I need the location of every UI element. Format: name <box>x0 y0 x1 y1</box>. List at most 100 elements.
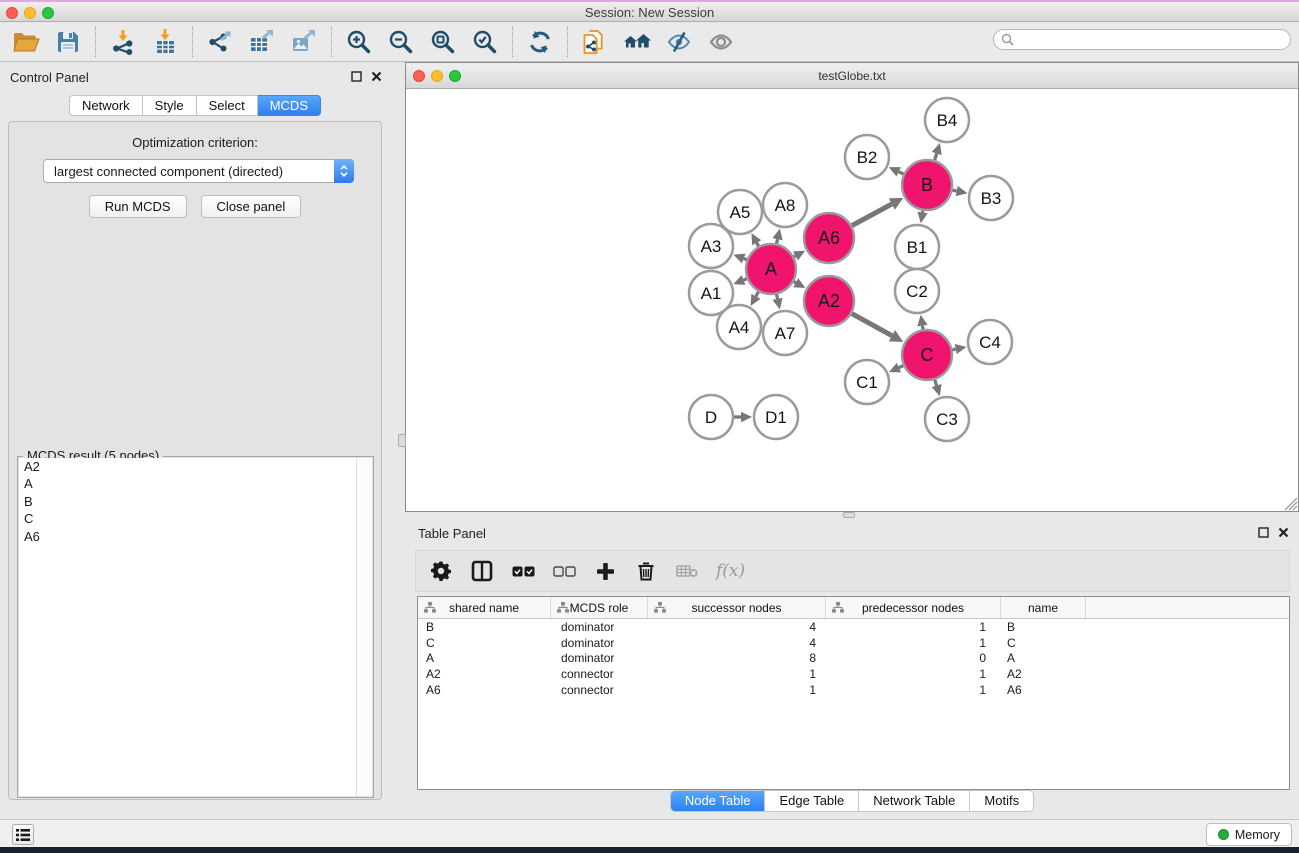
mcds-result-box: MCDS result (5 nodes) A2ABCA6 <box>17 456 374 798</box>
graph-edge[interactable] <box>744 259 747 260</box>
graph-edge[interactable] <box>757 243 759 246</box>
graph-edge[interactable] <box>852 204 892 226</box>
tab-mcds[interactable]: MCDS <box>258 95 321 116</box>
column-header-mcds-role[interactable]: MCDS role <box>551 597 648 618</box>
zoom-selected-icon[interactable] <box>471 28 499 56</box>
tab-network[interactable]: Network <box>69 95 143 116</box>
add-column-icon[interactable] <box>593 558 617 584</box>
run-mcds-button[interactable]: Run MCDS <box>89 195 187 218</box>
tab-style[interactable]: Style <box>143 95 197 116</box>
table-settings-icon[interactable] <box>429 558 453 584</box>
graph-edge-arrow <box>932 143 942 155</box>
function-builder-icon[interactable]: f(x) <box>716 558 745 584</box>
float-panel-icon[interactable] <box>351 71 362 82</box>
memory-button[interactable]: Memory <box>1206 823 1292 846</box>
graph-node-label: C4 <box>979 333 1001 352</box>
open-network-file-icon[interactable] <box>581 28 609 56</box>
table-row[interactable]: A2connector11A2 <box>418 666 1289 682</box>
graph-node-label: A <box>765 259 777 279</box>
export-table-icon[interactable] <box>248 28 276 56</box>
toolbar-separator <box>95 27 96 57</box>
graph-edge[interactable] <box>899 366 903 368</box>
save-session-icon[interactable] <box>54 28 82 56</box>
table-cell: 4 <box>648 636 826 650</box>
select-stepper-icon <box>334 159 354 183</box>
import-network-icon[interactable] <box>109 28 137 56</box>
table-row[interactable]: Cdominator41C <box>418 635 1289 651</box>
import-table-icon[interactable] <box>151 28 179 56</box>
resize-grip-icon[interactable] <box>1281 494 1298 511</box>
graph-edge[interactable] <box>922 326 923 330</box>
graph-node-label: D1 <box>765 408 787 427</box>
graph-edge[interactable] <box>952 190 956 191</box>
tab-edge-table[interactable]: Edge Table <box>765 790 859 812</box>
deselect-all-icon[interactable] <box>552 558 576 584</box>
result-list-item[interactable]: A2 <box>19 458 356 475</box>
delete-columns-icon[interactable] <box>634 558 658 584</box>
result-list-item[interactable]: A6 <box>19 528 356 545</box>
tab-select[interactable]: Select <box>197 95 258 116</box>
table-cell: B <box>418 620 551 634</box>
table-cell: 1 <box>826 620 1001 634</box>
graph-edge[interactable] <box>743 279 746 280</box>
column-header-name[interactable]: name <box>1001 597 1086 618</box>
table-cell: A6 <box>1001 683 1086 697</box>
close-panel-icon[interactable] <box>371 71 382 82</box>
search-field[interactable] <box>993 29 1291 50</box>
network-window-titlebar[interactable]: testGlobe.txt <box>406 63 1298 89</box>
result-list-item[interactable]: A <box>19 475 356 492</box>
show-panels-button[interactable] <box>12 824 34 845</box>
table-cell: A <box>1001 651 1086 665</box>
close-panel-icon[interactable] <box>1278 527 1289 538</box>
refresh-icon[interactable] <box>526 28 554 56</box>
control-panel-tabs: Network Style Select MCDS <box>0 95 390 116</box>
search-input[interactable] <box>1019 33 1274 47</box>
graph-edge[interactable] <box>756 292 759 297</box>
tab-motifs[interactable]: Motifs <box>970 790 1034 812</box>
tab-network-table[interactable]: Network Table <box>859 790 970 812</box>
column-view-icon[interactable] <box>470 558 494 584</box>
column-header-successor-nodes[interactable]: successor nodes <box>648 597 826 618</box>
graph-edge[interactable] <box>852 314 892 336</box>
table-row[interactable]: A6connector11A6 <box>418 682 1289 698</box>
criterion-select[interactable]: largest connected component (directed) <box>43 159 354 183</box>
result-scrollbar[interactable] <box>356 458 372 796</box>
show-selected-icon[interactable] <box>707 28 735 56</box>
close-panel-button[interactable]: Close panel <box>201 195 302 218</box>
select-all-icon[interactable] <box>511 558 535 584</box>
graph-edge[interactable] <box>935 153 937 160</box>
graph-edge[interactable] <box>899 172 904 174</box>
tab-node-table[interactable]: Node Table <box>670 790 766 812</box>
float-panel-icon[interactable] <box>1258 527 1269 538</box>
table-row[interactable]: Adominator80A <box>418 650 1289 666</box>
result-list-item[interactable]: B <box>19 493 356 510</box>
column-header-shared-name[interactable]: shared name <box>418 597 551 618</box>
table-cell: dominator <box>551 636 648 650</box>
open-session-icon[interactable] <box>12 28 40 56</box>
home-views-icon[interactable] <box>623 28 651 56</box>
table-row[interactable]: Bdominator41B <box>418 619 1289 635</box>
graph-edge[interactable] <box>777 294 778 298</box>
network-canvas[interactable]: B4B2BB3A5A8A6B1A3AC2A1A2A4A7C4CC1C3DD1 <box>406 89 1298 511</box>
zoom-in-icon[interactable] <box>345 28 373 56</box>
export-image-icon[interactable] <box>290 28 318 56</box>
graph-edge-arrow <box>917 212 927 224</box>
graph-edge[interactable] <box>794 282 796 283</box>
result-list-item[interactable]: C <box>19 510 356 527</box>
column-header-predecessor-nodes[interactable]: predecessor nodes <box>826 597 1001 618</box>
graph-edge[interactable] <box>777 239 778 243</box>
graph-edge[interactable] <box>935 380 937 386</box>
graph-edge[interactable] <box>794 256 796 257</box>
hide-selected-icon[interactable] <box>665 28 693 56</box>
graph-edge[interactable] <box>952 349 955 350</box>
table-cell: dominator <box>551 651 648 665</box>
delete-table-icon[interactable] <box>675 558 699 584</box>
zoom-out-icon[interactable] <box>387 28 415 56</box>
table-cell: 8 <box>648 651 826 665</box>
status-bar: Memory <box>0 819 1299 847</box>
zoom-fit-icon[interactable] <box>429 28 457 56</box>
table-cell: 1 <box>648 667 826 681</box>
export-network-icon[interactable] <box>206 28 234 56</box>
vertical-scrollbar-thumb[interactable] <box>398 434 406 447</box>
horizontal-scrollbar-thumb[interactable] <box>843 512 855 518</box>
